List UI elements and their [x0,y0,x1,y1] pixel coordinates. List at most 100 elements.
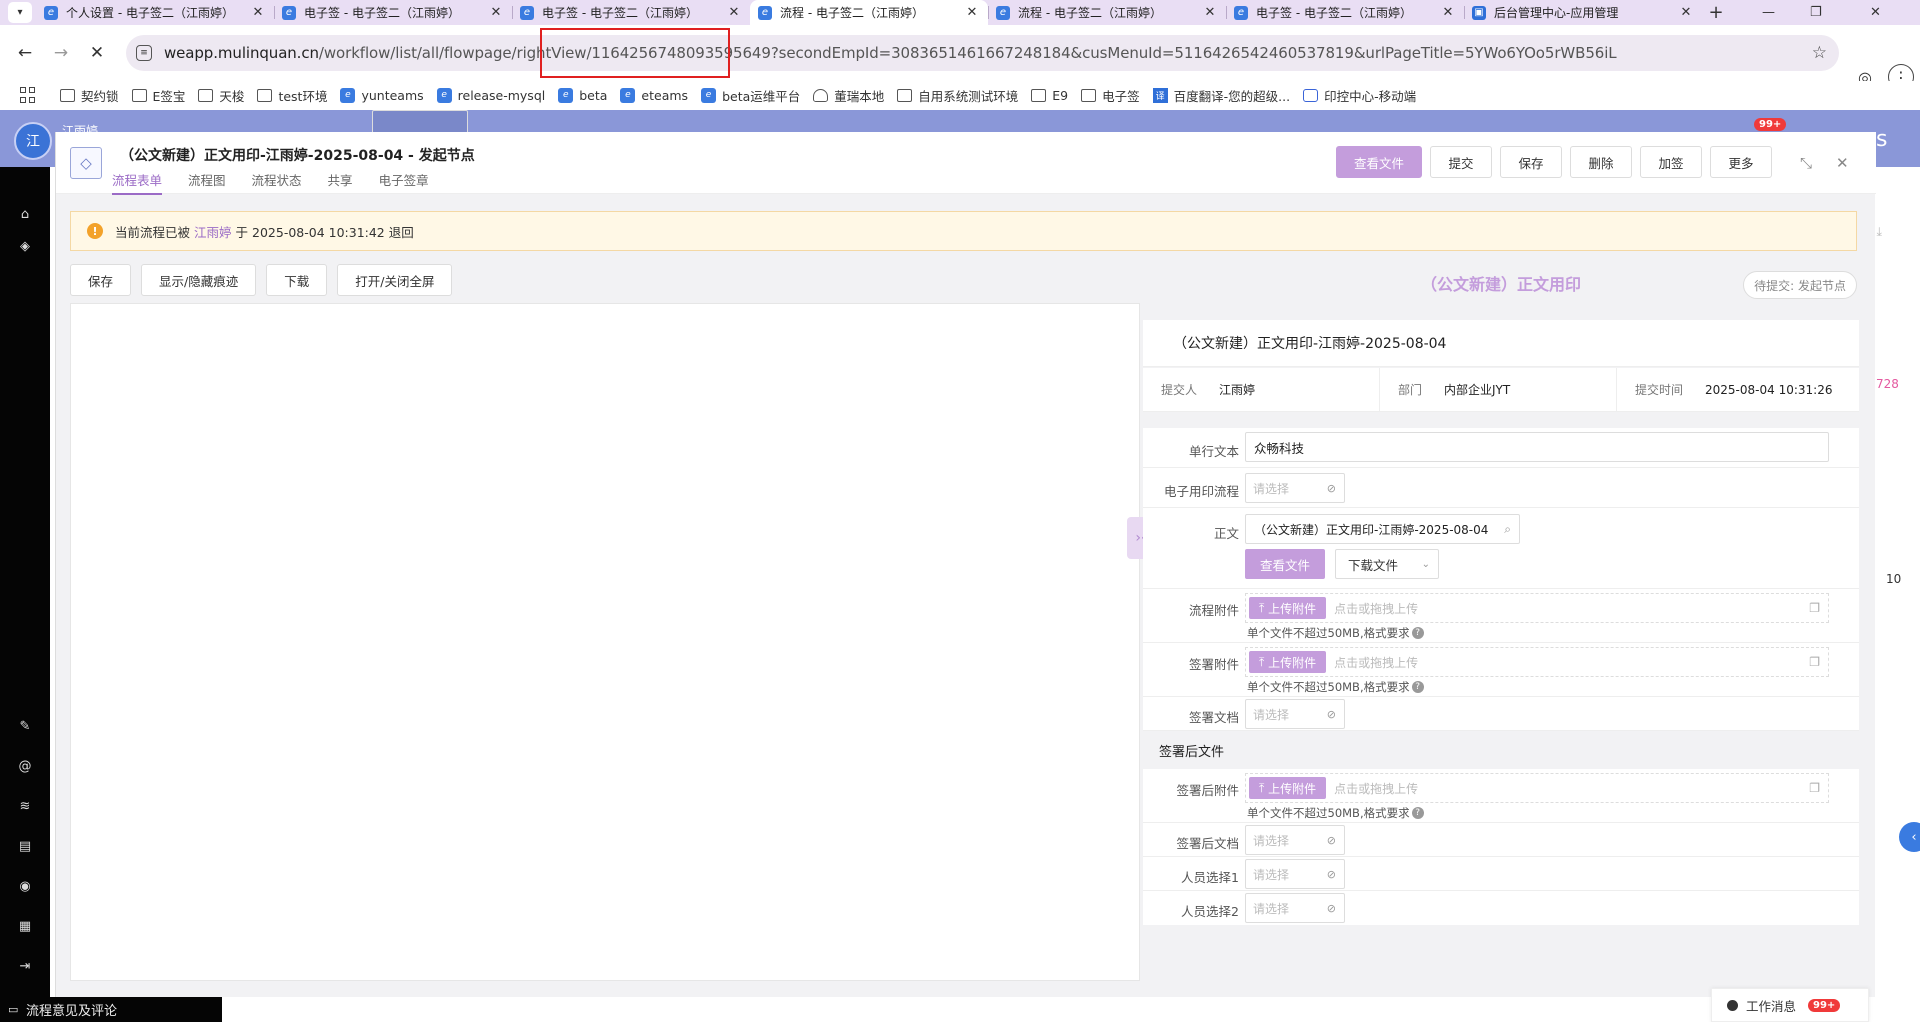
submit-button[interactable]: 提交 [1430,146,1492,178]
restore-icon[interactable]: ❐ [1810,0,1822,25]
person2-select[interactable]: 请选择 ⊘ [1245,893,1345,923]
folder-icon [897,88,913,102]
close-icon[interactable]: ✕ [1836,154,1849,172]
download-button[interactable]: 下载 [266,264,328,296]
single-text-input[interactable]: 众畅科技 [1245,432,1829,462]
edit-icon[interactable]: ✎ [17,719,33,735]
field-body: 正文 （公文新建）正文用印-江雨婷-2025-08-04 ⌕ 查看文件 下载文件 ⌄ [1143,508,1859,589]
copy-icon[interactable]: ❐ [1809,601,1820,615]
tab-flow-form[interactable]: 流程表单 [112,170,163,195]
copy-icon[interactable]: ❐ [1809,655,1820,669]
add-signer-button[interactable]: 加签 [1640,146,1702,178]
bookmark-item[interactable]: test环境 [257,86,327,105]
bookmark-item[interactable]: e release-mysql [436,87,545,103]
bookmark-item[interactable]: 董瑞本地 [813,86,884,105]
collapse-icon[interactable]: ⤡ [1800,154,1812,172]
browser-tab[interactable]: e 电子签 - 电子签二（江雨婷） ✕ [512,0,750,25]
after-doc-select[interactable]: 请选择 ⊘ [1245,825,1345,855]
bookmark-item[interactable]: e yunteams [340,87,424,103]
close-tab-icon[interactable]: ✕ [1440,5,1456,20]
save-button[interactable]: 保存 [1500,146,1562,178]
bookmark-item[interactable]: e beta运维平台 [701,86,800,105]
browser-tab[interactable]: e 电子签 - 电子签二（江雨婷） ✕ [274,0,512,25]
field-sign-doc: 签署文档 请选择 ⊘ [1143,697,1859,731]
work-messages-button[interactable]: 工作消息 99+ [1711,988,1869,1022]
close-tab-icon[interactable]: ✕ [488,5,504,20]
warning-icon: ! [87,223,103,239]
copy-icon[interactable]: ❐ [1809,781,1820,795]
stop-loading-icon[interactable]: ✕ [82,38,112,68]
bookmark-item[interactable]: e eteams [620,87,688,103]
tab-search-icon[interactable]: ▾ [8,2,32,23]
upload-button[interactable]: ⤒ 上传附件 [1249,651,1327,673]
close-tab-icon[interactable]: ✕ [964,5,980,20]
person1-select[interactable]: 请选择 ⊘ [1245,859,1345,889]
browser-tab[interactable]: ▣ 后台管理中心-应用管理 ✕ [1464,0,1702,25]
tab-e-seal[interactable]: 电子签章 [379,170,429,195]
after-attach-upload[interactable]: ⤒ 上传附件 点击或拖拽上传 ❐ [1245,773,1829,803]
location-icon[interactable]: ◉ [17,879,33,895]
close-tab-icon[interactable]: ✕ [1678,5,1694,20]
browser-tab[interactable]: e 流程 - 电子签二（江雨婷） ✕ [988,0,1226,25]
close-tab-icon[interactable]: ✕ [250,5,266,20]
bookmark-item[interactable]: E9 [1031,88,1068,103]
browser-tab[interactable]: e 电子签 - 电子签二（江雨婷） ✕ [1226,0,1464,25]
upload-button[interactable]: ⤒ 上传附件 [1249,777,1327,799]
bookmark-item[interactable]: e beta [558,87,607,103]
bookmark-item[interactable]: 天梭 [198,86,244,105]
help-icon[interactable]: ? [1411,627,1424,639]
doc-save-button[interactable]: 保存 [70,264,132,296]
flow-attach-upload[interactable]: ⤒ 上传附件 点击或拖拽上传 ❐ [1245,593,1829,623]
document-toolbar: 保存 显示/隐藏痕迹 下载 打开/关闭全屏 [70,257,1140,303]
esign-flow-select[interactable]: 请选择 ⊘ [1245,473,1345,503]
tab-flow-status[interactable]: 流程状态 [252,170,302,195]
doc-icon[interactable]: ▤ [17,839,33,855]
bookmark-item[interactable]: 自用系统测试环境 [897,86,1018,105]
tab-share[interactable]: 共享 [328,170,353,195]
bookmark-item[interactable]: E签宝 [131,86,185,105]
toggle-revisions-button[interactable]: 显示/隐藏痕迹 [141,264,257,296]
body-view-file-button[interactable]: 查看文件 [1245,549,1325,579]
sign-doc-select[interactable]: 请选择 ⊘ [1245,699,1345,729]
browser-tab[interactable]: e 个人设置 - 电子签二（江雨婷） ✕ [36,0,274,25]
close-window-icon[interactable]: ✕ [1870,0,1881,25]
new-tab-icon[interactable]: + [1702,2,1730,23]
url-input[interactable]: ≡ weapp.mulinquan.cn/workflow/list/all/f… [126,35,1839,71]
comments-bar[interactable]: ▭ 流程意见及评论 [0,997,222,1022]
fullscreen-button[interactable]: 打开/关闭全屏 [337,264,453,296]
site-info-icon[interactable]: ≡ [136,45,152,61]
apps-grid-icon[interactable] [20,87,36,103]
download-icon[interactable]: ⤓ [1876,224,1882,240]
forward-icon[interactable]: → [46,38,76,68]
help-icon[interactable]: ? [1411,681,1424,693]
bookmark-item[interactable]: 电子签 [1081,86,1140,105]
export-icon[interactable]: ⇥ [17,959,33,975]
at-icon[interactable]: @ [17,759,33,775]
bookmark-item[interactable]: 译百度翻译-您的超级... [1152,86,1290,105]
home-icon[interactable]: ⌂ [17,207,33,223]
tab-flow-chart[interactable]: 流程图 [188,170,226,195]
search-icon[interactable]: ⌕ [1504,522,1511,537]
alert-user-link[interactable]: 江雨婷 [194,222,232,241]
close-tab-icon[interactable]: ✕ [726,5,742,20]
delete-button[interactable]: 删除 [1570,146,1632,178]
browser-tab-active[interactable]: e 流程 - 电子签二（江雨婷） ✕ [750,0,988,25]
wave-icon[interactable]: ≋ [17,799,33,815]
close-tab-icon[interactable]: ✕ [1202,5,1218,20]
document-viewer[interactable] [70,303,1140,981]
bookmark-item[interactable]: 印控中心-移动端 [1303,86,1416,105]
bookmark-star-icon[interactable]: ☆ [1812,43,1827,63]
download-file-button[interactable]: 下载文件 ⌄ [1335,549,1439,579]
view-file-button[interactable]: 查看文件 [1336,146,1422,178]
bookmark-item[interactable]: 契约锁 [60,86,119,105]
sign-attach-upload[interactable]: ⤒ 上传附件 点击或拖拽上传 ❐ [1245,647,1829,677]
more-button[interactable]: 更多 [1710,146,1772,178]
board-icon[interactable]: ▦ [17,919,33,935]
back-icon[interactable]: ← [10,38,40,68]
body-input[interactable]: （公文新建）正文用印-江雨婷-2025-08-04 ⌕ [1245,514,1520,544]
avatar[interactable]: 江 [14,122,52,160]
layers-icon[interactable]: ◈ [17,239,33,255]
help-icon[interactable]: ? [1411,807,1424,819]
minimize-icon[interactable]: — [1762,0,1775,25]
upload-button[interactable]: ⤒ 上传附件 [1249,597,1327,619]
